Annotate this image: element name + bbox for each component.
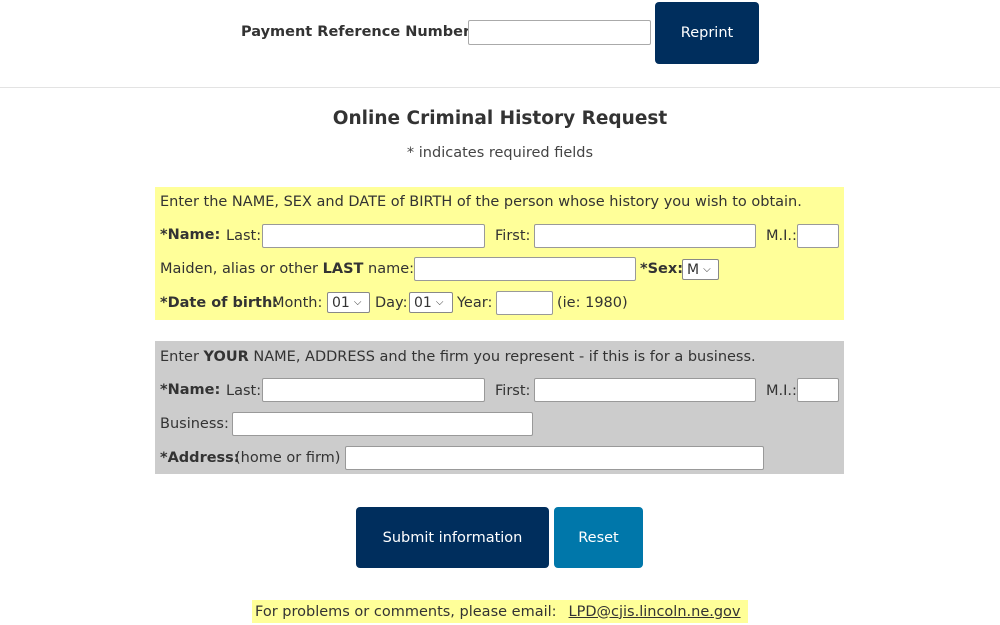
chevron-down-icon: ⌵ bbox=[703, 264, 711, 275]
footer-text: For problems or comments, please email: bbox=[255, 603, 557, 620]
month-label: Month: bbox=[272, 295, 323, 311]
requester-instructions-bold: YOUR bbox=[203, 349, 249, 365]
requester-last-name-input[interactable] bbox=[262, 378, 485, 402]
year-hint: (ie: 1980) bbox=[557, 295, 628, 311]
maiden-name-input[interactable] bbox=[414, 257, 636, 281]
maiden-label-post: name: bbox=[363, 261, 415, 277]
subject-mi-input[interactable] bbox=[797, 224, 839, 248]
subject-last-name-input[interactable] bbox=[262, 224, 485, 248]
reprint-button[interactable]: Reprint bbox=[655, 2, 759, 64]
day-select[interactable]: 01 ⌵ bbox=[409, 292, 453, 313]
subject-panel: Enter the NAME, SEX and DATE of BIRTH of… bbox=[155, 187, 844, 320]
chevron-down-icon: ⌵ bbox=[353, 297, 362, 308]
requester-instructions: Enter YOUR NAME, ADDRESS and the firm yo… bbox=[160, 349, 756, 365]
address-hint: (home or firm) bbox=[235, 450, 341, 466]
month-select[interactable]: 01 ⌵ bbox=[327, 292, 370, 313]
requester-instructions-post: NAME, ADDRESS and the firm you represent… bbox=[248, 349, 756, 365]
requester-name-label: *Name: bbox=[160, 382, 221, 398]
subject-last-label: Last: bbox=[226, 228, 262, 244]
requester-mi-input[interactable] bbox=[797, 378, 839, 402]
dob-label: *Date of birth: bbox=[160, 295, 279, 311]
requester-first-label: First: bbox=[495, 383, 531, 399]
year-input[interactable] bbox=[496, 291, 553, 315]
payment-reference-label: Payment Reference Number: bbox=[241, 24, 476, 40]
maiden-label-pre: Maiden, alias or other bbox=[160, 261, 323, 277]
submit-button[interactable]: Submit information bbox=[356, 507, 549, 568]
requester-instructions-pre: Enter bbox=[160, 349, 204, 365]
reset-button[interactable]: Reset bbox=[554, 507, 643, 568]
month-select-value: 01 bbox=[332, 294, 350, 311]
reference-bar: Payment Reference Number: Reprint bbox=[0, 0, 1000, 88]
address-input[interactable] bbox=[345, 446, 764, 470]
subject-name-label: *Name: bbox=[160, 227, 221, 243]
subject-instructions: Enter the NAME, SEX and DATE of BIRTH of… bbox=[160, 194, 802, 210]
maiden-label-bold: LAST bbox=[322, 261, 364, 277]
requester-first-name-input[interactable] bbox=[534, 378, 756, 402]
contact-footer: For problems or comments, please email: … bbox=[252, 600, 748, 623]
address-label: *Address: bbox=[160, 450, 240, 466]
requester-mi-label: M.I.: bbox=[766, 383, 797, 399]
day-label: Day: bbox=[375, 295, 408, 311]
contact-email-link[interactable]: LPD@cjis.lincoln.ne.gov bbox=[569, 604, 741, 620]
subject-mi-label: M.I.: bbox=[766, 228, 797, 244]
requester-last-label: Last: bbox=[226, 383, 262, 399]
business-input[interactable] bbox=[232, 412, 533, 436]
sex-select-value: M bbox=[687, 261, 700, 278]
subject-first-name-input[interactable] bbox=[534, 224, 756, 248]
sex-label: *Sex: bbox=[640, 261, 684, 277]
day-select-value: 01 bbox=[414, 294, 432, 311]
payment-reference-input[interactable] bbox=[468, 20, 651, 45]
maiden-name-label: Maiden, alias or other LAST name: bbox=[160, 261, 414, 277]
chevron-down-icon: ⌵ bbox=[435, 297, 444, 308]
year-label: Year: bbox=[457, 295, 493, 311]
subject-first-label: First: bbox=[495, 228, 531, 244]
requester-panel: Enter YOUR NAME, ADDRESS and the firm yo… bbox=[155, 341, 844, 474]
page-title: Online Criminal History Request bbox=[332, 108, 668, 129]
business-label: Business: bbox=[160, 416, 229, 432]
required-fields-note: * indicates required fields bbox=[406, 145, 594, 161]
sex-select[interactable]: M ⌵ bbox=[682, 259, 719, 280]
